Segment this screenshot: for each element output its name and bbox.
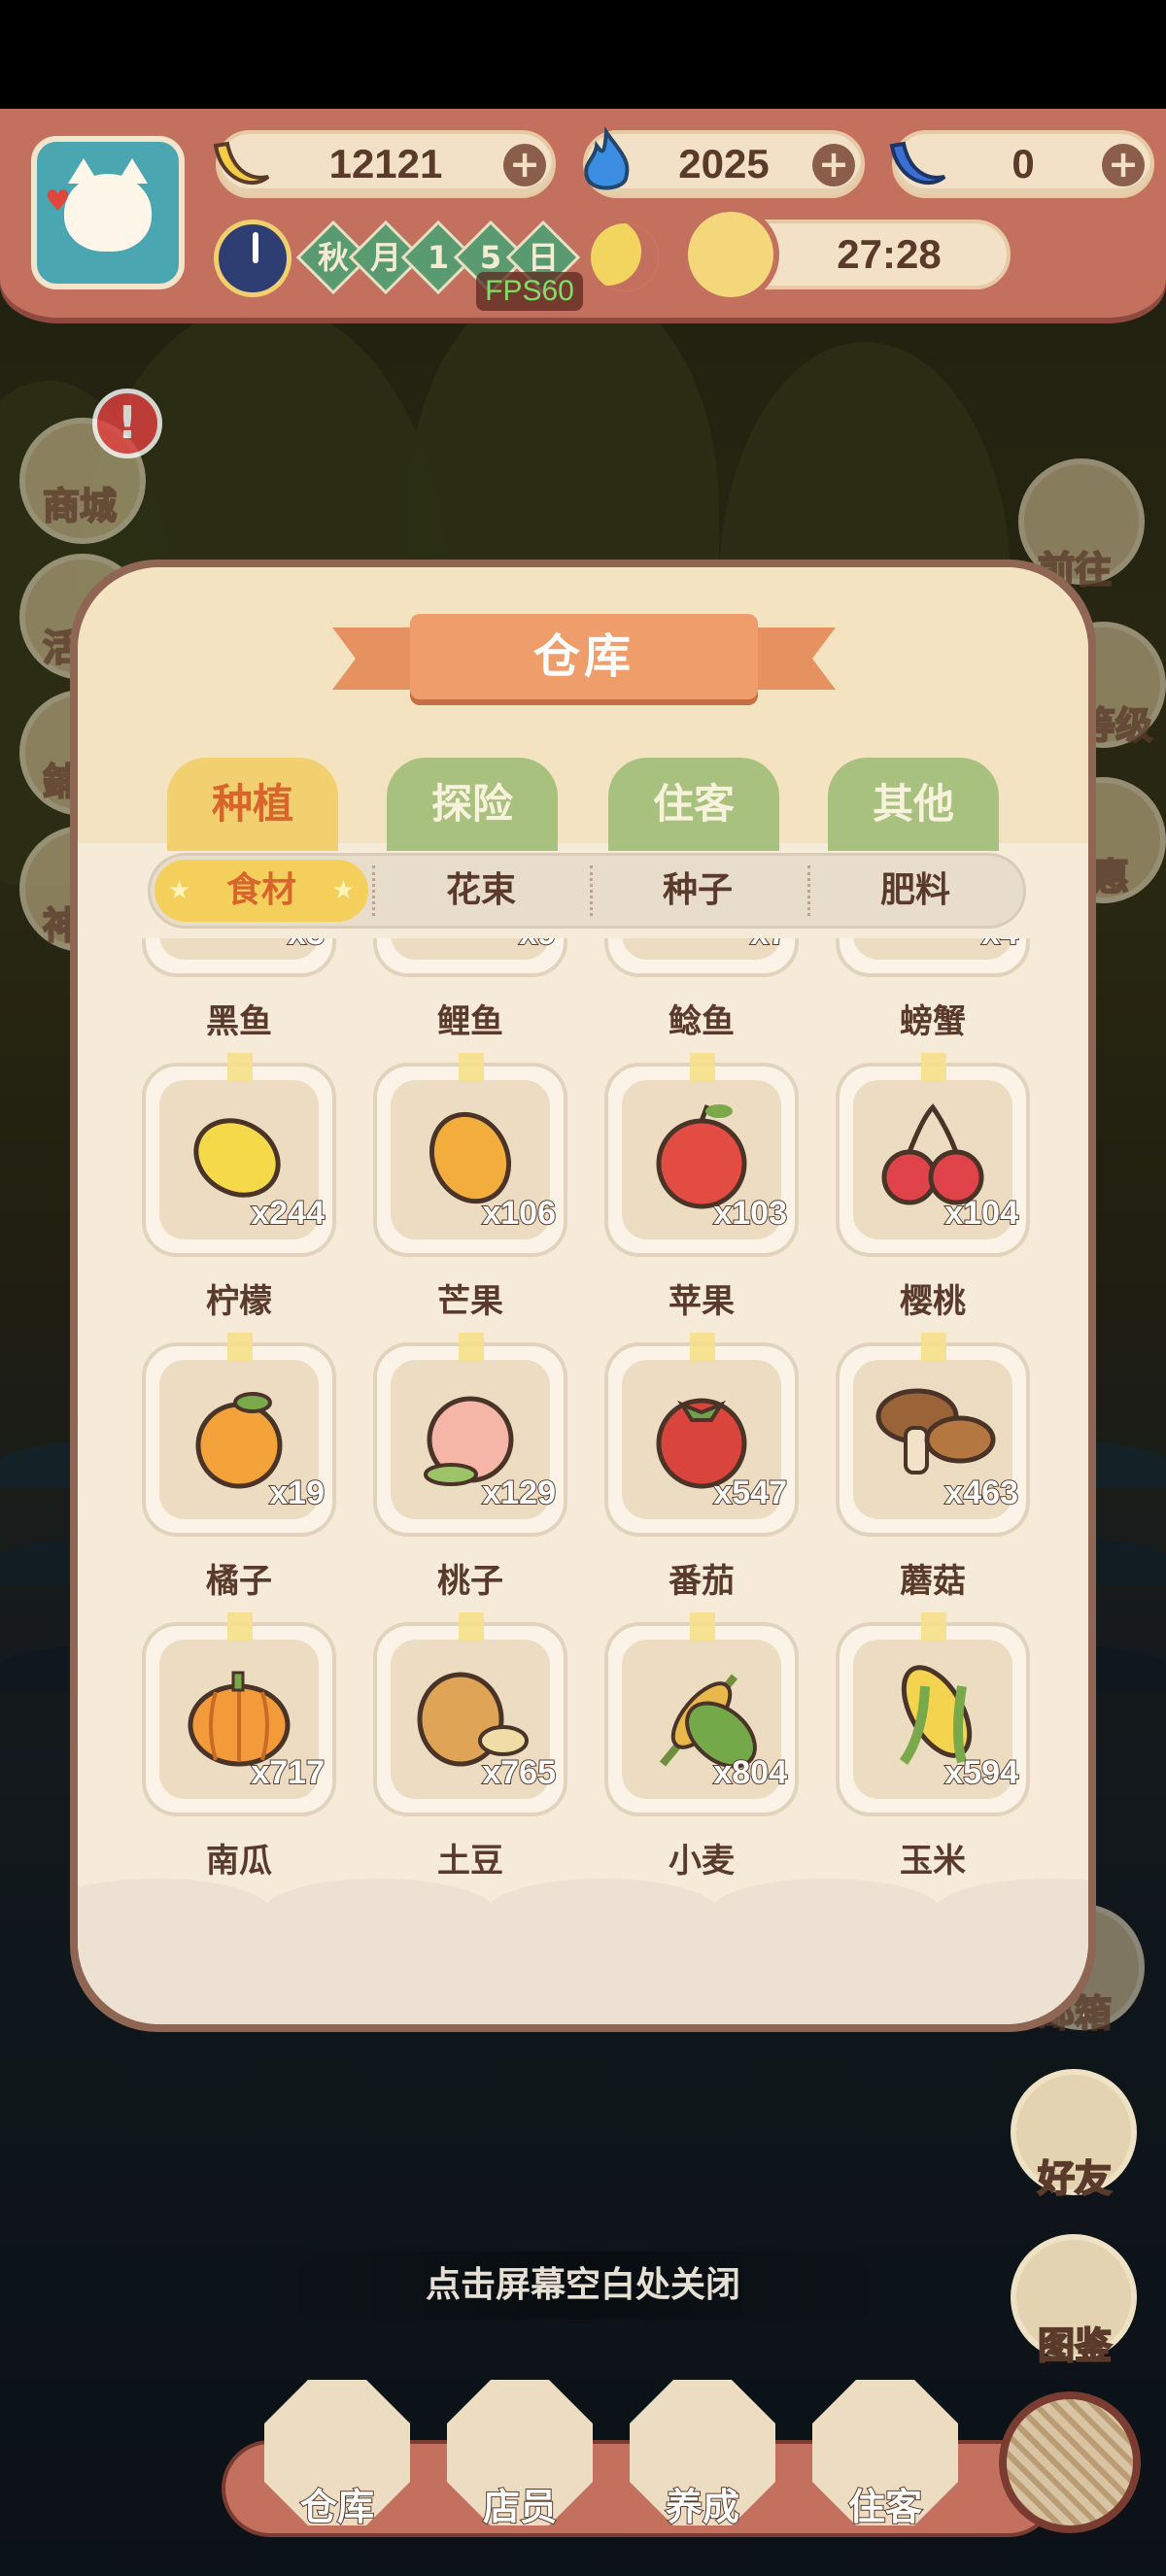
item-name: 玉米 bbox=[900, 1842, 966, 1881]
item-name: 土豆 bbox=[437, 1842, 503, 1881]
add-banana-button[interactable]: + bbox=[503, 144, 546, 186]
item-name: 橘子 bbox=[206, 1562, 272, 1601]
player-avatar[interactable]: ♥ bbox=[31, 136, 185, 289]
crab-icon bbox=[865, 938, 1001, 944]
blue-banana-count: 0 bbox=[1012, 141, 1035, 186]
item-quantity: x804 bbox=[712, 1753, 788, 1792]
panel-title-ribbon: 仓库 bbox=[332, 614, 836, 699]
item-quantity: x3 bbox=[287, 938, 326, 953]
yarn-ball-button[interactable] bbox=[999, 2391, 1141, 2533]
tab-guests-label: 住客 bbox=[652, 780, 735, 828]
subtab-bouquets[interactable]: 花束 bbox=[374, 856, 588, 926]
nav-warehouse-button[interactable]: 仓库 bbox=[264, 2380, 410, 2535]
timer-value: 27:28 bbox=[837, 231, 942, 277]
item-quantity: x463 bbox=[943, 1474, 1019, 1512]
item-quantity: x4 bbox=[980, 938, 1019, 953]
item-quantity: x765 bbox=[481, 1753, 557, 1792]
shop-label: 商城 bbox=[42, 484, 118, 528]
add-blue-banana-button[interactable]: + bbox=[1102, 144, 1145, 186]
tab-adventure[interactable]: 探险 bbox=[387, 758, 558, 851]
nav-guests-button[interactable]: 住客 bbox=[812, 2380, 958, 2535]
item-name: 樱桃 bbox=[900, 1282, 966, 1321]
tab-adventure-label: 探险 bbox=[430, 780, 513, 828]
offer-label: 惠 bbox=[1091, 855, 1130, 899]
close-hint: 点击屏幕空白处关闭 bbox=[262, 2252, 904, 2320]
moon-icon bbox=[591, 223, 659, 291]
blue-flame-icon bbox=[584, 126, 630, 190]
nav-staff-button[interactable]: 店员 bbox=[447, 2380, 593, 2535]
blue-banana-icon bbox=[889, 141, 946, 186]
notification-badge: ! bbox=[92, 389, 162, 458]
star-icon: ★ bbox=[331, 876, 355, 905]
tab-planting-label: 种植 bbox=[211, 780, 293, 828]
panel-bottom-edge bbox=[78, 1879, 1088, 2024]
item-quantity: x129 bbox=[481, 1474, 557, 1512]
cat-avatar-icon bbox=[64, 158, 152, 252]
item-quantity: x104 bbox=[943, 1194, 1019, 1233]
item-quantity: x717 bbox=[250, 1753, 326, 1792]
subtab-fertilizer-label: 肥料 bbox=[879, 870, 950, 910]
tab-other-label: 其他 bbox=[872, 780, 954, 828]
warehouse-panel: 种植 探险 住客 其他 ★ 食材 ★ 花束 种子 肥料 x3 黑鱼 x9 鲤鱼 x7 鲶鱼… bbox=[70, 559, 1096, 2032]
nav-guests-label: 住客 bbox=[847, 2485, 923, 2529]
flame-currency: 2025 + bbox=[583, 126, 865, 198]
subtab-seeds[interactable]: 种子 bbox=[590, 856, 806, 926]
item-quantity: x106 bbox=[481, 1194, 557, 1233]
nav-staff-label: 店员 bbox=[482, 2485, 558, 2529]
item-quantity: x103 bbox=[712, 1194, 788, 1233]
item-quantity: x547 bbox=[712, 1474, 788, 1512]
tab-guests[interactable]: 住客 bbox=[608, 758, 779, 851]
item-name: 小麦 bbox=[669, 1842, 735, 1881]
item-name: 芒果 bbox=[437, 1282, 503, 1321]
add-flame-button[interactable]: + bbox=[812, 144, 855, 186]
item-name: 蘑菇 bbox=[900, 1562, 966, 1601]
banana-icon bbox=[213, 141, 270, 186]
nav-nurture-button[interactable]: 养成 bbox=[630, 2380, 775, 2535]
fps-counter: FPS60 bbox=[476, 272, 583, 311]
nav-nurture-label: 养成 bbox=[665, 2485, 740, 2529]
item-name: 番茄 bbox=[669, 1562, 735, 1601]
item-name: 鲤鱼 bbox=[437, 1002, 503, 1041]
item-quantity: x7 bbox=[749, 938, 788, 953]
black-fish-icon bbox=[171, 938, 307, 944]
subtab-bar: ★ 食材 ★ 花束 种子 肥料 bbox=[148, 853, 1026, 929]
banana-currency: 12121 + bbox=[213, 130, 556, 198]
item-name: 螃蟹 bbox=[900, 1002, 966, 1041]
clock-icon bbox=[214, 220, 292, 297]
carp-icon bbox=[402, 938, 538, 944]
friends-label: 好友 bbox=[1037, 2156, 1113, 2201]
subtab-seeds-label: 种子 bbox=[662, 870, 733, 910]
cat-timer-icon bbox=[682, 206, 779, 303]
subtab-ingredients[interactable]: ★ 食材 ★ bbox=[154, 860, 368, 922]
item-quantity: x244 bbox=[250, 1194, 326, 1233]
item-quantity: x19 bbox=[268, 1474, 326, 1512]
subtab-fertilizer[interactable]: 肥料 bbox=[807, 856, 1023, 926]
item-grid: x3 黑鱼 x9 鲤鱼 x7 鲶鱼 x4 螃蟹 x244 柠檬 x106 芒果 x103 苹果 x104 樱桃… bbox=[78, 938, 1088, 1919]
item-name: 苹果 bbox=[669, 1282, 735, 1321]
tab-other[interactable]: 其他 bbox=[828, 758, 999, 851]
catfish-icon bbox=[634, 938, 770, 944]
blue-banana-currency: 0 + bbox=[889, 130, 1154, 198]
codex-label: 图鉴 bbox=[1037, 2323, 1113, 2368]
item-name: 鲶鱼 bbox=[669, 1002, 735, 1041]
banana-count: 12121 bbox=[328, 141, 443, 186]
subtab-bouquets-label: 花束 bbox=[445, 870, 516, 910]
item-quantity: x594 bbox=[943, 1753, 1019, 1792]
tab-planting[interactable]: 种植 bbox=[167, 758, 338, 851]
nav-warehouse-label: 仓库 bbox=[299, 2485, 375, 2529]
item-name: 桃子 bbox=[437, 1562, 503, 1601]
star-icon: ★ bbox=[168, 876, 191, 905]
panel-title: 仓库 bbox=[532, 629, 634, 684]
item-name: 黑鱼 bbox=[206, 1002, 272, 1041]
item-quantity: x9 bbox=[518, 938, 557, 953]
subtab-ingredients-label: 食材 bbox=[225, 870, 296, 910]
item-name: 南瓜 bbox=[206, 1842, 272, 1881]
flame-count: 2025 bbox=[678, 141, 770, 186]
item-name: 柠檬 bbox=[206, 1282, 272, 1321]
